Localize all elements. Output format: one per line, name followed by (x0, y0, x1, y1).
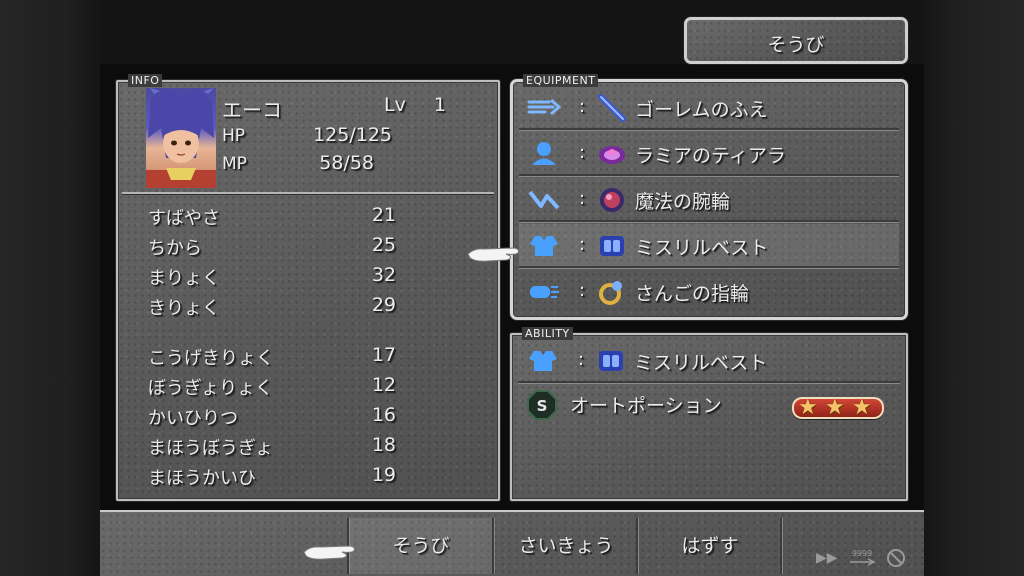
info-panel: INFO エーコ Lv 1 HP 125/125 MP 58/58 すばやさ 21… (116, 74, 500, 501)
stat-row: すばやさ 21 (148, 204, 396, 230)
bangle-icon (600, 188, 624, 212)
star-icon: ★ (825, 395, 845, 420)
stat-value: 12 (371, 374, 396, 396)
accessory-slot-icon (530, 286, 559, 298)
star-icon: ★ (852, 395, 872, 420)
stat-value: 29 (371, 294, 396, 316)
equip-row-body[interactable]: : ミスリルベスト (519, 224, 899, 268)
body-slot-icon (530, 236, 558, 256)
stat-value: 19 (371, 464, 396, 486)
star-icon: ★ (798, 395, 818, 420)
info-panel-title: INFO (128, 74, 163, 87)
slot-colon: : (579, 234, 586, 255)
hp-value: 125/125 (313, 124, 392, 146)
hand-cursor-icon (303, 545, 355, 560)
stat-label: こうげきりょく (148, 348, 274, 369)
weapon-slot-icon (527, 98, 561, 116)
command-separator (780, 518, 782, 574)
stat-row: まりょく 32 (148, 264, 396, 290)
body-slot-icon (529, 351, 557, 371)
svg-text:S: S (537, 397, 548, 415)
character-portrait (146, 88, 216, 188)
character-name: エーコ (222, 98, 282, 122)
equipped-item-name: ラミアのティアラ (635, 145, 786, 167)
fast-forward-icon[interactable]: ▶▶ (816, 550, 838, 566)
right-pillar (924, 0, 1024, 576)
no-encounter-icon[interactable] (886, 548, 906, 568)
stat-label: ちから (148, 238, 202, 259)
ability-source-item: ミスリルベスト (634, 352, 768, 374)
mp-label: MP (222, 154, 247, 174)
stat-row: ちから 25 (148, 234, 396, 260)
stat-label: まりょく (148, 268, 220, 289)
vest-icon (600, 236, 624, 256)
head-slot-icon (532, 142, 556, 165)
slot-colon: : (578, 349, 585, 370)
stat-row: ぼうぎょりょく 12 (148, 374, 396, 400)
stat-row: かいひりつ 16 (148, 404, 396, 430)
stat-label: ぼうぎょりょく (148, 378, 274, 399)
stat-label: きりょく (148, 298, 220, 319)
9999-icon[interactable]: 9999 (848, 548, 876, 568)
equip-row-head[interactable]: : ラミアのティアラ (519, 132, 899, 176)
command-bar: そうび さいきょう はずす ▶▶ 9999 (100, 510, 924, 576)
mp-value: 58/58 (319, 152, 374, 174)
ability-panel: ABILITY : ミスリルベスト S オートポーション ★ ★ ★ (510, 327, 908, 501)
hand-cursor-icon (467, 247, 519, 262)
command-equip[interactable]: そうび (349, 518, 493, 574)
stat-label: まほうぼうぎょ (148, 438, 274, 459)
stat-value: 25 (371, 234, 396, 256)
stat-row: まほうかいひ 19 (148, 464, 396, 490)
slot-colon: : (579, 188, 586, 209)
svg-text:9999: 9999 (852, 549, 872, 558)
left-pillar (0, 0, 100, 576)
ability-source-row: : ミスリルベスト (518, 339, 900, 383)
ability-name: オートポーション (570, 395, 722, 417)
ring-icon (599, 281, 622, 305)
equipment-panel: EQUIPMENT : ゴーレムのふえ : ラミアのティアラ : 魔法の腕輪:… (510, 74, 908, 320)
equipped-item-name: ミスリルベスト (635, 237, 769, 259)
support-ability-icon: S (527, 390, 557, 420)
level-value: 1 (433, 94, 446, 116)
command-optimize[interactable]: さいきょう (494, 518, 638, 574)
arm-slot-icon (528, 190, 560, 210)
slot-colon: : (579, 142, 586, 163)
stat-value: 21 (371, 204, 396, 226)
equip-tab-label: そうび (767, 34, 825, 56)
stat-value: 16 (371, 404, 396, 426)
slot-colon: : (579, 96, 586, 117)
equip-row-weapon[interactable]: : ゴーレムのふえ (519, 86, 899, 130)
slot-colon: : (579, 280, 586, 301)
level-label: Lv (384, 94, 406, 116)
info-divider (122, 192, 494, 194)
stat-row: まほうぼうぎょ 18 (148, 434, 396, 460)
stat-label: かいひりつ (148, 408, 239, 429)
equip-row-accessory[interactable]: : さんごの指輪 (519, 270, 899, 314)
stat-value: 18 (371, 434, 396, 456)
equip-row-arm[interactable]: : 魔法の腕輪 (519, 178, 899, 222)
command-remove[interactable]: はずす (638, 518, 782, 574)
stat-label: すばやさ (148, 208, 220, 229)
equipped-item-name: さんごの指輪 (635, 283, 750, 305)
stat-label: まほうかいひ (148, 468, 256, 489)
stat-row: きりょく 29 (148, 294, 396, 320)
vest-icon (599, 351, 623, 371)
equipped-item-name: 魔法の腕輪 (635, 191, 731, 213)
equipped-item-name: ゴーレムのふえ (635, 99, 768, 121)
flute-icon (598, 94, 626, 122)
stat-value: 32 (371, 264, 396, 286)
ability-ap-stars: ★ ★ ★ (792, 397, 884, 419)
stat-value: 17 (371, 344, 396, 366)
tiara-icon (599, 146, 625, 164)
stat-row: こうげきりょく 17 (148, 344, 396, 370)
equip-tab-header[interactable]: そうび (684, 17, 908, 64)
hp-label: HP (222, 126, 246, 146)
